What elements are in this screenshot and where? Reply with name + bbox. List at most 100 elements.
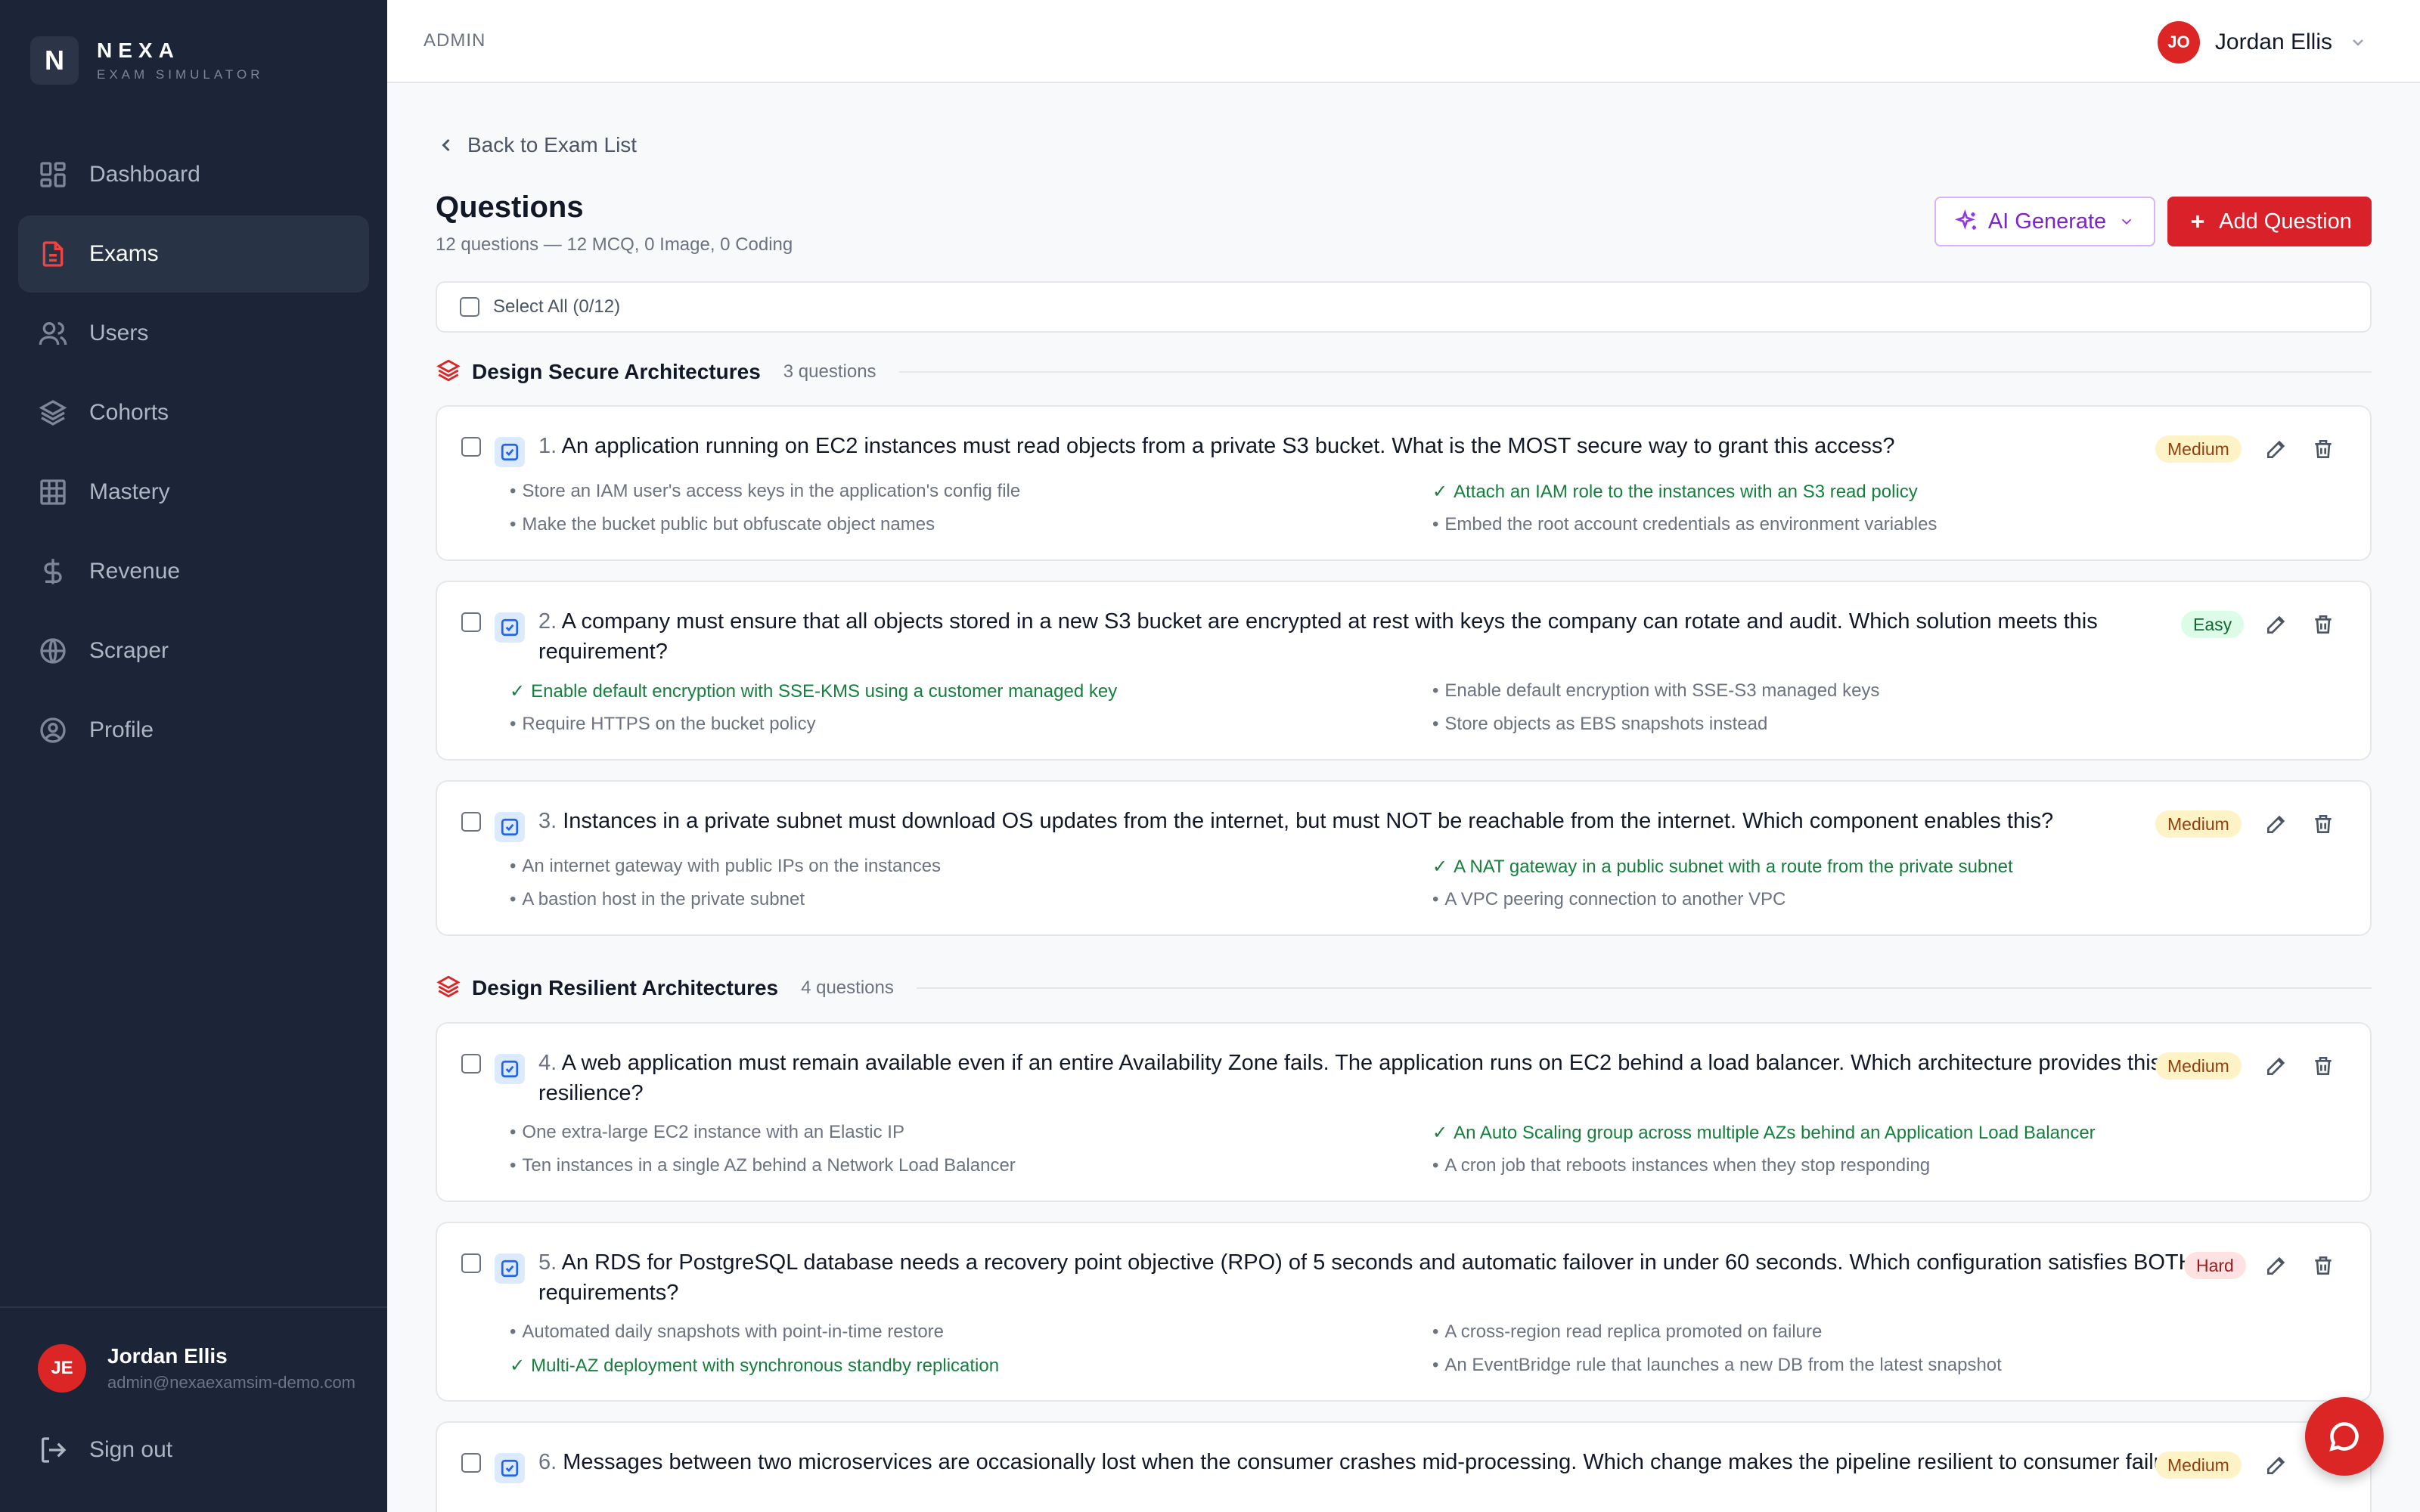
brand-subtitle: EXAM SIMULATOR [97, 67, 264, 82]
user-circle-icon [38, 715, 68, 745]
brand-logo: N [30, 36, 79, 85]
sidebar-user[interactable]: JE Jordan Ellis admin@nexaexamsim-demo.c… [38, 1344, 357, 1393]
sidebar-item-label: Users [89, 321, 149, 345]
trash-icon[interactable] [2308, 434, 2338, 464]
mcq-type-icon [495, 812, 525, 842]
sidebar-item-mastery[interactable]: Mastery [18, 454, 369, 531]
sidebar-item-label: Exams [89, 241, 159, 266]
section-header: Design Secure Architectures 3 questions [436, 353, 2372, 391]
answer-option: • Store objects as EBS snapshots instead [1432, 714, 1768, 734]
answer-option-correct: ✓ A NAT gateway in a public subnet with a… [1432, 857, 2013, 877]
question-card: 5. An RDS for PostgreSQL database needs … [436, 1222, 2372, 1402]
edit-icon[interactable] [2261, 809, 2291, 839]
answer-option: • A cron job that reboots instances when … [1432, 1155, 1931, 1176]
sidebar-item-cohorts[interactable]: Cohorts [18, 374, 369, 451]
sidebar-user-name: Jordan Ellis [107, 1344, 228, 1368]
mcq-type-icon [495, 1453, 525, 1483]
back-link-label: Back to Exam List [467, 133, 638, 156]
user-menu[interactable]: JO Jordan Ellis [2157, 21, 2367, 64]
answer-option: • Require HTTPS on the bucket policy [510, 714, 816, 734]
difficulty-badge: Medium [2155, 1052, 2242, 1080]
sign-out-button[interactable]: Sign out [38, 1435, 172, 1465]
plus-icon [2191, 215, 2204, 228]
answer-option-correct: ✓ Attach an IAM role to the instances wit… [1432, 482, 1918, 502]
question-body: An application running on EC2 instances … [561, 434, 1895, 458]
question-checkbox[interactable] [461, 437, 481, 457]
edit-icon[interactable] [2261, 1450, 2291, 1480]
answer-option: • A cross-region read replica promoted on… [1432, 1321, 1823, 1342]
ai-generate-button[interactable]: AI Generate [1934, 197, 2155, 246]
avatar: JE [38, 1344, 86, 1393]
sparkles-icon [1954, 209, 1976, 230]
question-checkbox[interactable] [461, 812, 481, 832]
answer-option: • Enable default encryption with SSE-S3 m… [1432, 680, 1880, 701]
select-all-checkbox[interactable] [460, 297, 479, 317]
question-text: 4. A web application must remain availab… [538, 1048, 2210, 1108]
question-text: 6. Messages between two microservices ar… [538, 1447, 2210, 1477]
topbar: ADMIN JO Jordan Ellis [387, 0, 2420, 83]
edit-icon[interactable] [2261, 1250, 2291, 1281]
section-divider [898, 371, 2372, 373]
question-checkbox[interactable] [461, 1054, 481, 1074]
users-icon [38, 318, 68, 349]
globe-icon [38, 636, 68, 666]
back-to-exam-list-link[interactable]: Back to Exam List [436, 133, 637, 157]
sidebar-item-label: Dashboard [89, 162, 200, 187]
sidebar-item-profile[interactable]: Profile [18, 692, 369, 769]
page-subtitle: 12 questions — 12 MCQ, 0 Image, 0 Coding [436, 234, 793, 255]
question-card: 4. A web application must remain availab… [436, 1022, 2372, 1202]
select-all-label: Select All (0/12) [493, 296, 621, 317]
sidebar-item-revenue[interactable]: Revenue [18, 533, 369, 610]
question-checkbox[interactable] [461, 1453, 481, 1473]
sidebar-item-dashboard[interactable]: Dashboard [18, 136, 369, 213]
breadcrumb: ADMIN [424, 30, 486, 51]
trash-icon[interactable] [2308, 1250, 2338, 1281]
select-all-bar[interactable]: Select All (0/12) [436, 281, 2372, 333]
avatar: JO [2157, 21, 2200, 64]
answer-option: • Ten instances in a single AZ behind a N… [510, 1155, 1016, 1176]
brand-name: NEXA [97, 39, 180, 62]
chevron-down-icon [2122, 218, 2132, 225]
answer-option-correct: ✓ Multi-AZ deployment with synchronous st… [510, 1356, 1000, 1376]
question-number: 4. [538, 1051, 557, 1075]
difficulty-badge: Hard [2184, 1252, 2246, 1279]
question-checkbox[interactable] [461, 1253, 481, 1273]
edit-icon[interactable] [2261, 1051, 2291, 1081]
question-checkbox[interactable] [461, 612, 481, 632]
mcq-type-icon [495, 437, 525, 467]
trash-icon[interactable] [2308, 609, 2338, 640]
sidebar-item-scraper[interactable]: Scraper [18, 612, 369, 689]
trash-icon[interactable] [2308, 809, 2338, 839]
sidebar-item-label: Cohorts [89, 400, 169, 425]
sidebar-item-users[interactable]: Users [18, 295, 369, 372]
answer-option: • Make the bucket public but obfuscate ob… [510, 514, 935, 534]
document-icon [38, 239, 68, 269]
answer-option: • An EventBridge rule that launches a new… [1432, 1355, 2002, 1375]
brand[interactable]: N NEXA EXAM SIMULATOR [30, 36, 264, 85]
edit-icon[interactable] [2261, 609, 2291, 640]
difficulty-badge: Medium [2155, 810, 2242, 838]
trash-icon[interactable] [2308, 1051, 2338, 1081]
chevron-down-icon [2349, 33, 2367, 51]
chat-button[interactable] [2305, 1397, 2384, 1476]
layers-icon [436, 358, 461, 387]
sidebar-nav: Dashboard Exams Users Cohorts Mastery Re… [18, 136, 369, 771]
question-body: Instances in a private subnet must downl… [563, 809, 2054, 833]
question-card: 6. Messages between two microservices ar… [436, 1421, 2372, 1512]
sidebar-divider [0, 1306, 387, 1308]
add-question-label: Add Question [2219, 209, 2352, 234]
answer-option-correct: ✓ An Auto Scaling group across multiple A… [1432, 1123, 2096, 1143]
answer-option: • One extra-large EC2 instance with an El… [510, 1122, 904, 1142]
question-number: 6. [538, 1450, 557, 1474]
section-count: 3 questions [783, 361, 876, 382]
answer-option: • A VPC peering connection to another VPC [1432, 889, 1786, 909]
grid-icon [38, 477, 68, 507]
sidebar: N NEXA EXAM SIMULATOR Dashboard Exams Us… [0, 0, 387, 1512]
sidebar-item-exams[interactable]: Exams [18, 215, 369, 293]
question-body: Messages between two microservices are o… [563, 1450, 2209, 1474]
add-question-button[interactable]: Add Question [2167, 197, 2372, 246]
mcq-type-icon [495, 612, 525, 643]
edit-icon[interactable] [2261, 434, 2291, 464]
question-number: 5. [538, 1250, 557, 1275]
answer-option: • An internet gateway with public IPs on … [510, 856, 942, 876]
